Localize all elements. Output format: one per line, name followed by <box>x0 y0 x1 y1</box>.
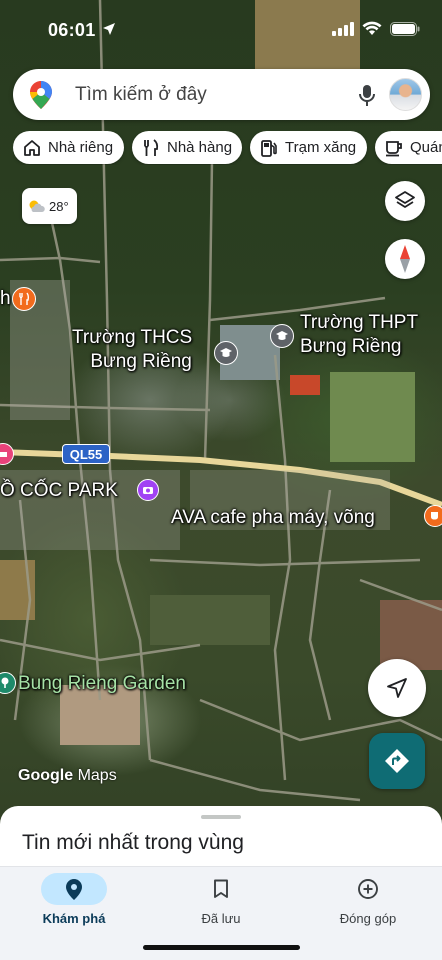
nav-saved-label: Đã lưu <box>201 911 241 926</box>
school-thpt-name-line2: Bưng Riềng <box>300 336 402 357</box>
bookmark-icon <box>214 879 228 898</box>
compass-button[interactable] <box>385 239 425 279</box>
add-circle-icon <box>358 879 378 899</box>
nav-contribute-label: Đóng góp <box>339 911 397 926</box>
nav-explore-pill <box>41 873 107 905</box>
chip-label: Nhà riêng <box>48 139 114 156</box>
navigation-arrow-icon <box>387 678 407 698</box>
home-indicator[interactable] <box>143 945 300 950</box>
school-thcs-name-line1: Trường THCS <box>72 327 193 348</box>
map-label-garden[interactable]: Bung Rieng Garden <box>18 672 186 696</box>
status-time: 06:01 <box>48 20 96 40</box>
status-bar: 06:01 <box>0 0 442 58</box>
location-pin-icon <box>66 878 82 900</box>
directions-icon <box>385 749 409 773</box>
map-label-cafe[interactable]: AVA cafe pha máy, võng <box>171 506 375 530</box>
layers-icon <box>395 191 415 208</box>
school-thcs-name-line2: Bưng Riềng <box>90 351 192 372</box>
chip-home[interactable]: Nhà riêng <box>13 131 124 164</box>
school-pin-icon[interactable] <box>270 324 294 348</box>
restaurant-pin-icon[interactable] <box>12 287 36 311</box>
weather-badge[interactable]: 28° <box>22 188 77 224</box>
nav-contribute[interactable]: Đóng góp <box>308 873 428 933</box>
directions-button[interactable] <box>369 733 425 789</box>
sheet-drag-handle[interactable] <box>201 815 241 819</box>
chip-gas-stations[interactable]: Trạm xăng <box>250 131 367 164</box>
road-shield: QL55 <box>62 444 110 464</box>
attribution-product: Maps <box>77 767 117 784</box>
wifi-icon <box>362 21 382 41</box>
category-chips: Nhà riêng Nhà hàng Trạm xăng Quán <box>13 131 442 165</box>
cellular-signal-icon <box>332 21 354 41</box>
weather-temperature: 28° <box>49 198 69 214</box>
map-label-school-thpt[interactable]: Trường THPT Bưng Riềng <box>300 311 418 359</box>
attribution-brand: Google <box>18 767 74 784</box>
my-location-button[interactable] <box>368 659 426 717</box>
coffee-icon <box>386 140 402 156</box>
cafe-pin-icon[interactable] <box>424 505 442 527</box>
chip-label: Trạm xăng <box>285 139 357 156</box>
map-label-school-thcs[interactable]: Trường THCS Bưng Riềng <box>72 326 192 374</box>
camera-pin-icon[interactable] <box>137 479 159 501</box>
map-label-partial: h <box>0 288 11 309</box>
chip-cafes[interactable]: Quán <box>375 131 442 164</box>
school-thpt-name-line1: Trường THPT <box>300 312 419 333</box>
chip-restaurants[interactable]: Nhà hàng <box>132 131 242 164</box>
restaurant-icon <box>144 138 159 156</box>
nav-saved-pill <box>188 873 254 905</box>
chip-label: Nhà hàng <box>167 139 233 156</box>
layers-button[interactable] <box>385 181 425 221</box>
google-maps-pin-icon <box>30 81 52 114</box>
nav-explore[interactable]: Khám phá <box>14 873 134 933</box>
search-bar[interactable]: Tìm kiếm ở đây <box>13 69 430 120</box>
chip-label: Quán <box>410 139 442 156</box>
sheet-title: Tin mới nhất trong vùng <box>22 831 244 854</box>
gas-station-icon <box>261 139 277 157</box>
nav-saved[interactable]: Đã lưu <box>161 873 281 933</box>
search-input[interactable]: Tìm kiếm ở đây <box>75 84 207 106</box>
nav-explore-label: Khám phá <box>42 911 106 926</box>
avatar[interactable] <box>389 78 422 111</box>
location-arrow-icon <box>102 22 116 41</box>
map-label-park[interactable]: Ồ CỐC PARK <box>0 479 118 503</box>
battery-icon <box>390 21 420 41</box>
partly-cloudy-icon <box>29 200 45 212</box>
microphone-icon[interactable] <box>353 81 381 109</box>
nav-contribute-pill <box>335 873 401 905</box>
home-icon <box>24 139 40 156</box>
compass-icon <box>400 245 410 273</box>
google-maps-attribution: Google Maps <box>18 767 117 785</box>
school-pin-icon[interactable] <box>214 341 238 365</box>
